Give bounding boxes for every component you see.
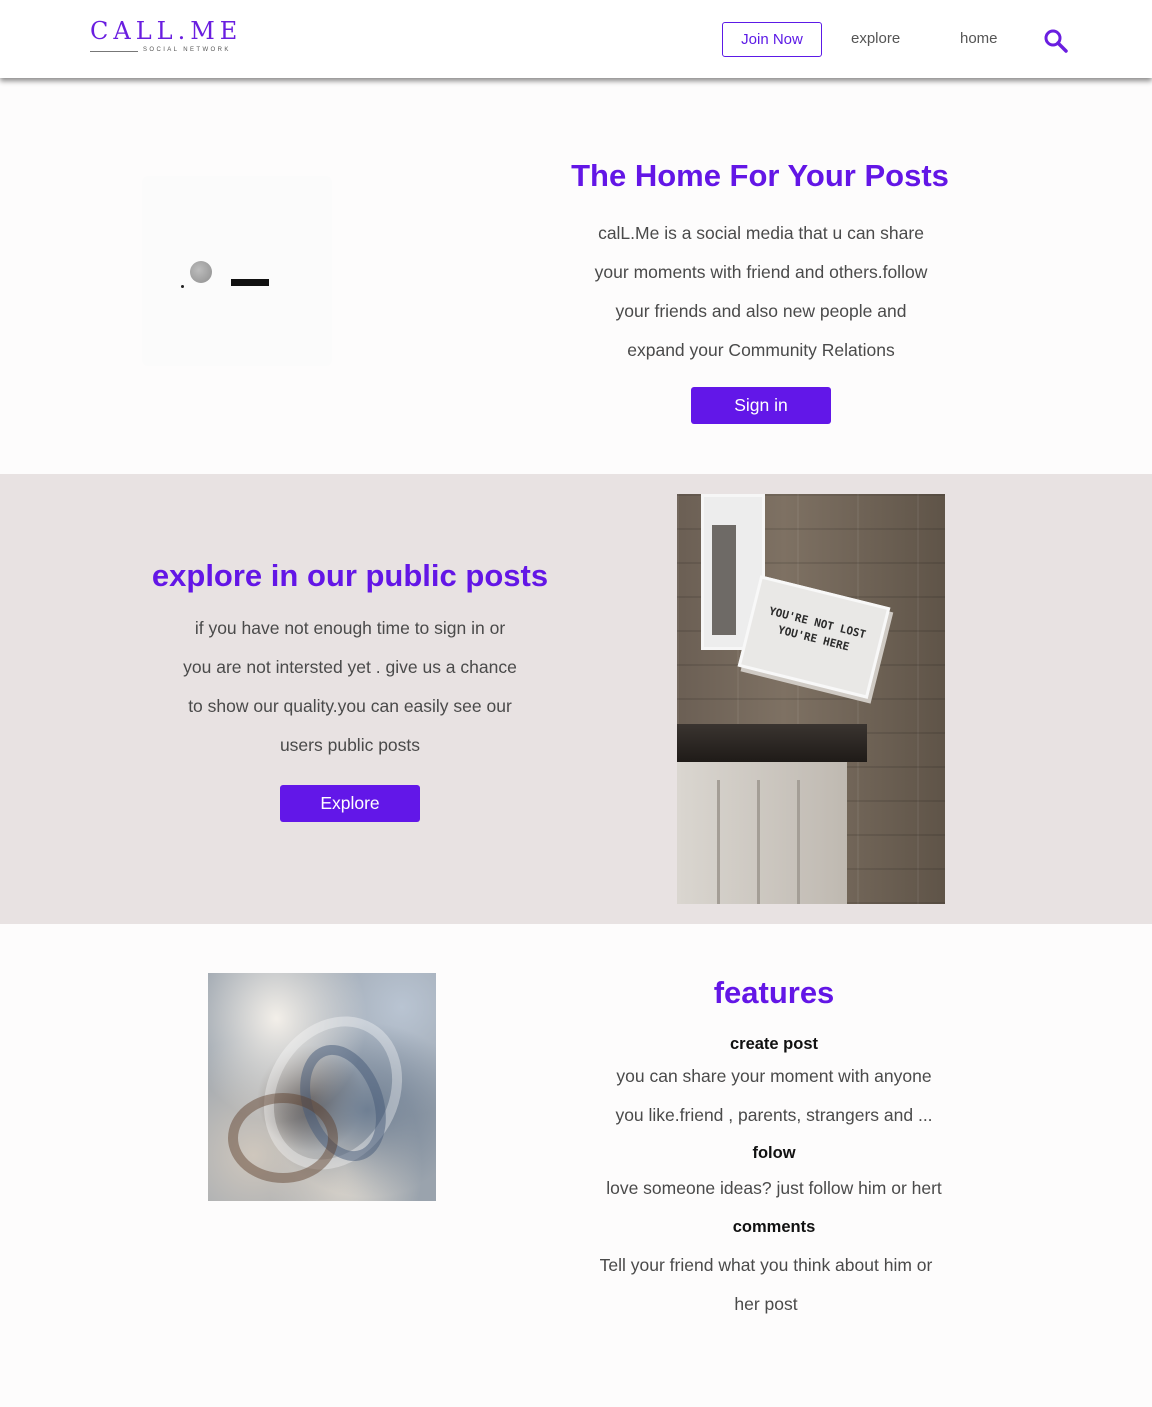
illustration-dot	[181, 285, 184, 288]
illustration-circle	[190, 261, 212, 283]
hero-line: your friends and also new people and	[615, 301, 907, 321]
logo[interactable]: CALL.ME SOCIAL NETWORK	[90, 18, 240, 58]
explore-line: users public posts	[279, 735, 421, 755]
explore-button[interactable]: Explore	[280, 785, 420, 822]
feature-heading-follow: folow	[752, 1144, 796, 1162]
feature-heading-create-post: create post	[729, 1035, 819, 1053]
feature-line: Tell your friend what you think about hi…	[599, 1255, 933, 1275]
feature-line: you like.friend , parents, strangers and…	[615, 1105, 933, 1125]
logo-divider	[90, 51, 138, 52]
hero-description: calL.Me is a social media that u can sha…	[561, 214, 961, 370]
top-navbar: CALL.ME SOCIAL NETWORK Join Now explore …	[0, 0, 1152, 78]
abstract-art-image	[208, 973, 436, 1201]
hero-line: expand your Community Relations	[627, 340, 895, 360]
nav-link-home[interactable]: home	[960, 30, 998, 48]
feature-line: love someone ideas? just follow him or h…	[606, 1178, 942, 1198]
hero-title: The Home For Your Posts	[571, 158, 949, 193]
explore-title: explore in our public posts	[151, 558, 549, 593]
hero-illustration	[142, 176, 332, 366]
hero-line: your moments with friend and others.foll…	[594, 262, 928, 282]
feature-text-comments: Tell your friend what you think about hi…	[566, 1246, 966, 1324]
explore-description: if you have not enough time to sign in o…	[150, 609, 550, 765]
illustration-bar	[231, 279, 269, 286]
feature-text-create-post: you can share your moment with anyone yo…	[574, 1057, 974, 1135]
feature-line: you can share your moment with anyone	[616, 1066, 932, 1086]
join-now-button[interactable]: Join Now	[722, 22, 822, 57]
logo-subtitle: SOCIAL NETWORK	[143, 47, 231, 53]
features-title: features	[713, 975, 835, 1010]
explore-line: to show our quality.you can easily see o…	[188, 696, 512, 716]
feature-text-follow: love someone ideas? just follow him or h…	[574, 1169, 974, 1208]
explore-line: you are not intersted yet . give us a ch…	[183, 657, 517, 677]
street-sign-photo: YOU'RE NOT LOST YOU'RE HERE	[677, 494, 945, 904]
awning	[677, 724, 867, 762]
search-icon[interactable]	[1043, 28, 1069, 54]
sign-in-button[interactable]: Sign in	[691, 387, 831, 424]
feature-line: her post	[734, 1294, 798, 1314]
feature-heading-comments: comments	[732, 1218, 816, 1236]
hero-line: calL.Me is a social media that u can sha…	[598, 223, 924, 243]
door	[677, 762, 847, 904]
explore-line: if you have not enough time to sign in o…	[194, 618, 506, 638]
logo-text: CALL.ME	[90, 17, 243, 45]
nav-link-explore[interactable]: explore	[851, 30, 900, 48]
